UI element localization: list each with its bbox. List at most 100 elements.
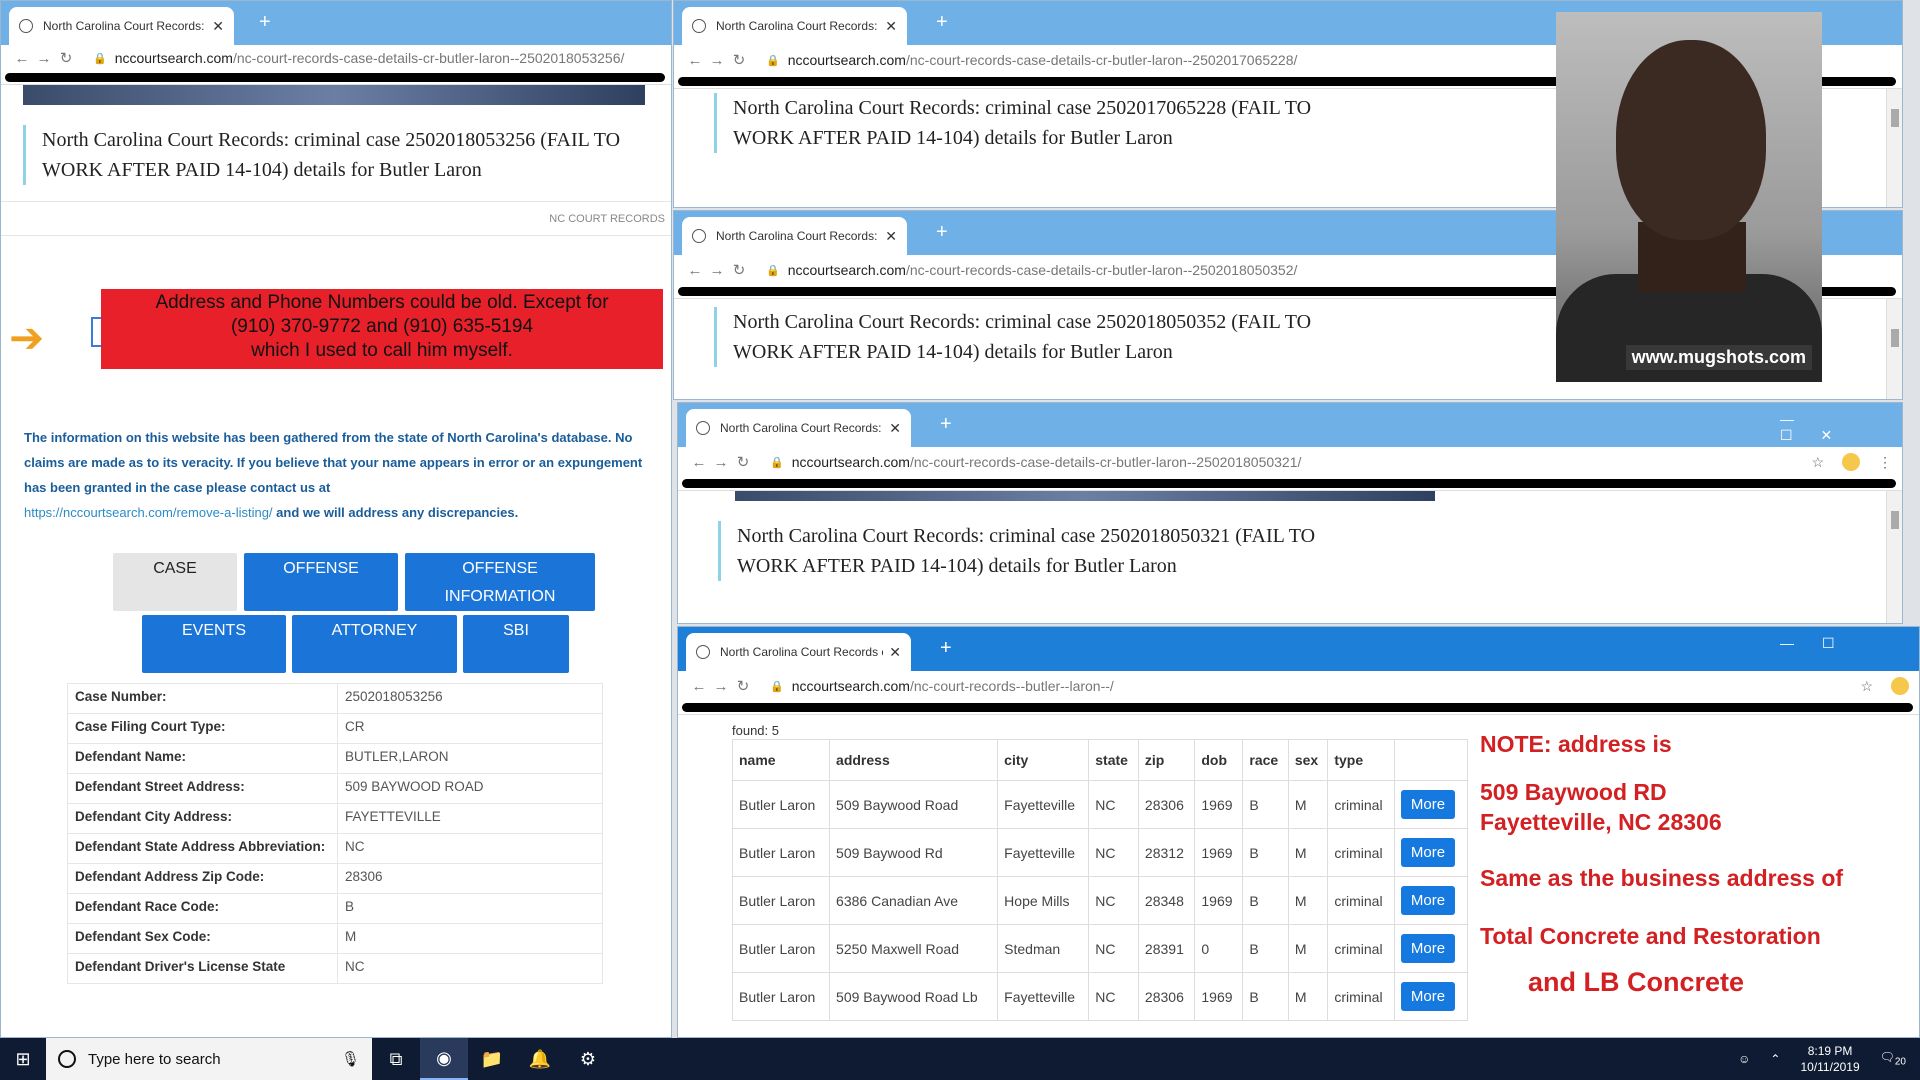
url-text[interactable]: nccourtsearch.com/nc-court-records-case-… [788,262,1298,278]
close-tab-icon[interactable]: ✕ [889,644,901,661]
forward-icon[interactable]: → [706,262,728,279]
scrollbar[interactable] [1886,491,1902,623]
taskbar-search[interactable]: Type here to search 🎙 [46,1038,372,1080]
menu-icon[interactable]: ⋮ [1878,454,1892,471]
clock[interactable]: 8:19 PM 10/11/2019 [1800,1043,1859,1075]
window-controls[interactable]: —☐ [1780,635,1863,652]
tab-bar: North Carolina Court Records: cr ✕ + —☐✕ [678,403,1902,447]
table-cell: More [1393,924,1469,973]
table-cell: NC [1088,972,1139,1021]
scrollbar[interactable] [1886,299,1902,399]
address-bar[interactable]: ← → ↻ 🔒 nccourtsearch.com/nc-court-recor… [678,447,1902,477]
back-icon[interactable]: ← [688,454,710,471]
new-tab-button[interactable]: + [940,637,952,660]
reload-icon[interactable]: ↻ [728,51,750,69]
tab-offense-information[interactable]: OFFENSE INFORMATION [405,553,595,611]
close-tab-icon[interactable]: ✕ [885,228,897,245]
more-button[interactable]: More [1400,982,1456,1011]
address-bar[interactable]: ← → ↻ 🔒 nccourtsearch.com/nc-court-recor… [678,671,1919,701]
close-tab-icon[interactable]: ✕ [885,18,897,35]
notification-bell-icon[interactable]: 🔔 [516,1038,564,1080]
new-tab-button[interactable]: + [936,221,948,244]
table-cell: 1969 [1194,876,1244,925]
task-view-icon[interactable]: ⧉ [372,1038,420,1080]
more-button[interactable]: More [1400,934,1456,963]
remove-listing-link[interactable]: https://nccourtsearch.com/remove-a-listi… [24,505,273,520]
tab-attorney[interactable]: ATTORNEY [292,615,457,673]
browser-tab[interactable]: North Carolina Court Records: cr ✕ [9,7,234,45]
action-center-icon[interactable]: 🗨20 [1880,1050,1906,1067]
chrome-icon[interactable]: ◉ [420,1038,468,1080]
more-button[interactable]: More [1400,886,1456,915]
tab-title: North Carolina Court Records: cr [716,229,880,243]
column-header [1393,739,1469,781]
app-icon[interactable]: ⚙ [564,1038,612,1080]
reload-icon[interactable]: ↻ [728,261,750,279]
back-icon[interactable]: ← [684,52,706,69]
page-title: North Carolina Court Records: criminal c… [714,307,1364,367]
star-icon[interactable]: ☆ [1860,678,1873,695]
address-bar[interactable]: ← → ↻ 🔒 nccourtsearch.com/nc-court-recor… [1,45,671,71]
table-cell: NC [1088,780,1139,829]
reload-icon[interactable]: ↻ [55,49,77,67]
url-text[interactable]: nccourtsearch.com/nc-court-records-case-… [792,454,1302,470]
tab-sbi[interactable]: SBI [463,615,569,673]
back-icon[interactable]: ← [11,50,33,67]
star-icon[interactable]: ☆ [1811,454,1824,471]
tab-case[interactable]: CASE [113,553,237,611]
more-button[interactable]: More [1400,838,1456,867]
people-icon[interactable]: ☺ [1738,1052,1750,1066]
microphone-icon[interactable]: 🎙 [341,1050,360,1068]
case-detail-row: Defendant Sex Code: M [67,923,603,954]
browser-tab[interactable]: North Carolina Court Records: cr ✕ [686,409,911,447]
table-cell: 509 Baywood Road Lb [829,972,999,1021]
url-text[interactable]: nccourtsearch.com/nc-court-records-case-… [788,52,1298,68]
close-tab-icon[interactable]: ✕ [212,18,224,35]
reload-icon[interactable]: ↻ [732,677,754,695]
forward-icon[interactable]: → [710,678,732,695]
forward-icon[interactable]: → [706,52,728,69]
table-cell: More [1393,828,1469,877]
forward-icon[interactable]: → [710,454,732,471]
table-cell: NC [1088,924,1139,973]
case-detail-value: CR [337,713,603,744]
table-cell: criminal [1327,780,1395,829]
scrollbar[interactable] [1886,89,1902,207]
back-icon[interactable]: ← [688,678,710,695]
close-tab-icon[interactable]: ✕ [889,420,901,437]
avatar[interactable] [1842,453,1860,471]
avatar[interactable] [1891,677,1909,695]
back-icon[interactable]: ← [684,262,706,279]
column-header: type [1327,739,1395,781]
table-cell: 28306 [1137,972,1196,1021]
divider [1,201,671,202]
new-tab-button[interactable]: + [936,11,948,34]
case-detail-row: Defendant Address Zip Code: 28306 [67,863,603,894]
new-tab-button[interactable]: + [259,11,271,34]
case-detail-value: M [337,923,603,954]
browser-window-results: North Carolina Court Records ex ✕ + —☐ ←… [677,626,1920,1038]
tab-title: North Carolina Court Records ex [720,645,884,659]
reload-icon[interactable]: ↻ [732,453,754,471]
more-button[interactable]: More [1400,790,1456,819]
browser-tab[interactable]: North Carolina Court Records ex ✕ [686,633,911,671]
clock-date: 10/11/2019 [1800,1060,1860,1074]
chevron-up-icon[interactable]: ⌃ [1770,1052,1780,1066]
window-controls[interactable]: —☐✕ [1780,411,1902,444]
case-detail-value: 509 BAYWOOD ROAD [337,773,603,804]
browser-tab[interactable]: North Carolina Court Records: cr ✕ [682,7,907,45]
tab-offense[interactable]: OFFENSE [244,553,398,611]
lock-icon: 🔒 [766,54,780,67]
windows-start-icon[interactable]: ⊞ [0,1049,46,1070]
file-explorer-icon[interactable]: 📁 [468,1038,516,1080]
table-cell: 509 Baywood Road [829,780,999,829]
new-tab-button[interactable]: + [940,413,952,436]
tab-events[interactable]: EVENTS [142,615,286,673]
forward-icon[interactable]: → [33,50,55,67]
url-text[interactable]: nccourtsearch.com/nc-court-records-case-… [115,50,625,66]
browser-tab[interactable]: North Carolina Court Records: cr ✕ [682,217,907,255]
search-placeholder: Type here to search [88,1050,221,1068]
globe-icon [692,19,706,33]
disclaimer-text: The information on this website has been… [24,425,644,525]
url-text[interactable]: nccourtsearch.com/nc-court-records--butl… [792,678,1114,694]
